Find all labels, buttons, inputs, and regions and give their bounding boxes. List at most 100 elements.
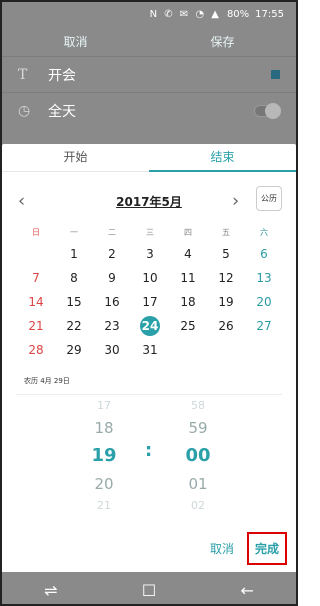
back-icon[interactable]: ← [240,581,253,600]
chevron-right-icon[interactable]: › [232,191,239,212]
editor-toolbar: 取消 保存 [2,26,296,56]
weekday-label: 二 [108,228,116,237]
editor-cancel-button[interactable]: 取消 [51,29,99,54]
weekday-label: 六 [260,228,268,237]
calendar-day-number: 16 [104,295,120,309]
calendar-day-number: 18 [180,295,196,309]
calendar-day-number: 19 [218,295,234,309]
calendar-day[interactable]: 10 [131,266,169,290]
allday-row[interactable]: ◷ 全天 [2,92,296,128]
event-title[interactable]: 开会 [48,65,271,85]
hour-option[interactable]: 17 [84,395,124,417]
tab-start[interactable]: 开始 [2,144,149,172]
calendar-day-number: 27 [256,319,272,333]
calendar-empty-cell [207,338,245,362]
weekday-label: 三 [146,228,154,237]
calendar-day[interactable]: 12 [207,266,245,290]
status-bar: N ✆ ✉ ◔ ▲ 80% 17:55 [2,2,296,26]
editor-save-button[interactable]: 保存 [198,29,246,54]
calendar-day-number: 2 [108,247,116,261]
weekday-label: 日 [32,228,40,237]
weekday-label: 五 [222,228,230,237]
done-button[interactable]: 完成 [247,532,288,565]
home-icon[interactable]: ☐ [142,581,156,600]
calendar-day[interactable]: 20 [245,290,283,314]
calendar-day[interactable]: 25 [169,314,207,338]
calendar-day[interactable]: 16 [93,290,131,314]
calendar-day[interactable]: 6 [245,242,283,266]
calendar-day[interactable]: 27 [245,314,283,338]
hour-option[interactable]: 20 [84,473,124,495]
calendar-day-number: 17 [142,295,158,309]
calendar-day[interactable]: 8 [55,266,93,290]
time-picker: 17 18 19 20 21 : 58 59 00 01 02 [2,395,296,512]
calendar-day[interactable]: 17 [131,290,169,314]
calendar-day[interactable]: 18 [169,290,207,314]
screen: N ✆ ✉ ◔ ▲ 80% 17:55 取消 保存 T 开会 ◷ 全天 开始 结… [0,0,298,606]
calendar-day-number: 22 [66,319,82,333]
calendar-day[interactable]: 2 [93,242,131,266]
calendar-day[interactable]: 31 [131,338,169,362]
minute-option[interactable]: 01 [178,473,218,495]
event-editor-background: 取消 保存 T 开会 ◷ 全天 [2,26,296,146]
allday-toggle[interactable] [254,102,281,119]
calendar-day[interactable]: 22 [55,314,93,338]
calendar-day-number: 11 [180,271,196,285]
calendar-day[interactable]: 11 [169,266,207,290]
calendar-day-number: 25 [180,319,196,333]
calendar-day[interactable]: 29 [55,338,93,362]
clock: 17:55 [255,8,284,20]
calendar-day-number: 31 [142,343,158,357]
month-title[interactable]: 2017年5月 [116,193,182,210]
calendar-day[interactable]: 13 [245,266,283,290]
calendar-day-number: 29 [66,343,82,357]
datetime-picker-dialog: 开始 结束 ‹ 2017年5月 › 公历 日 一 二 三 四 五 六 12345… [2,144,296,572]
minute-option[interactable]: 59 [178,417,218,439]
calendar-day[interactable]: 9 [93,266,131,290]
hour-wheel[interactable]: 17 18 19 20 21 [84,395,124,517]
calendar-day[interactable]: 14 [17,290,55,314]
recent-apps-icon[interactable]: ⇌ [44,581,57,600]
calendar-day-number: 14 [28,295,44,309]
calendar-day[interactable]: 5 [207,242,245,266]
calendar-day-number: 3 [146,247,154,261]
calendar-day-selected[interactable]: 24 [131,314,169,338]
weekday-label: 四 [184,228,192,237]
allday-label: 全天 [48,103,76,120]
calendar-day[interactable]: 23 [93,314,131,338]
calendar-day[interactable]: 28 [17,338,55,362]
calendar-type-button[interactable]: 公历 [256,186,282,211]
calendar-empty-cell [169,338,207,362]
calendar-day[interactable]: 19 [207,290,245,314]
cancel-button[interactable]: 取消 [210,540,234,557]
minute-option[interactable]: 02 [178,495,218,517]
calendar-day[interactable]: 7 [17,266,55,290]
picker-tabs: 开始 结束 [2,144,296,172]
calendar-day-number: 26 [218,319,234,333]
hour-selected[interactable]: 19 [84,439,124,473]
hour-option[interactable]: 18 [84,417,124,439]
event-color-swatch[interactable] [271,70,280,79]
calendar-empty-cell [245,338,283,362]
calendar-day[interactable]: 3 [131,242,169,266]
minute-option[interactable]: 58 [178,395,218,417]
calendar-day[interactable]: 21 [17,314,55,338]
weekday-header: 日 一 二 三 四 五 六 [2,224,296,242]
calendar-day[interactable]: 26 [207,314,245,338]
calendar-day[interactable]: 1 [55,242,93,266]
minute-wheel[interactable]: 58 59 00 01 02 [178,395,218,517]
calendar-day[interactable]: 15 [55,290,93,314]
battery-level: 80% [226,8,250,20]
hour-option[interactable]: 21 [84,495,124,517]
text-icon: T [18,66,28,83]
minute-selected[interactable]: 00 [178,439,218,473]
tab-end[interactable]: 结束 [149,144,296,172]
calendar-day[interactable]: 4 [169,242,207,266]
calendar-day-number: 28 [28,343,44,357]
chevron-left-icon[interactable]: ‹ [18,191,25,212]
calendar-day-number: 4 [184,247,192,261]
calendar-day-number: 1 [70,247,78,261]
calendar-day-number: 24 [140,316,160,336]
title-row[interactable]: T 开会 [2,56,296,92]
calendar-day[interactable]: 30 [93,338,131,362]
